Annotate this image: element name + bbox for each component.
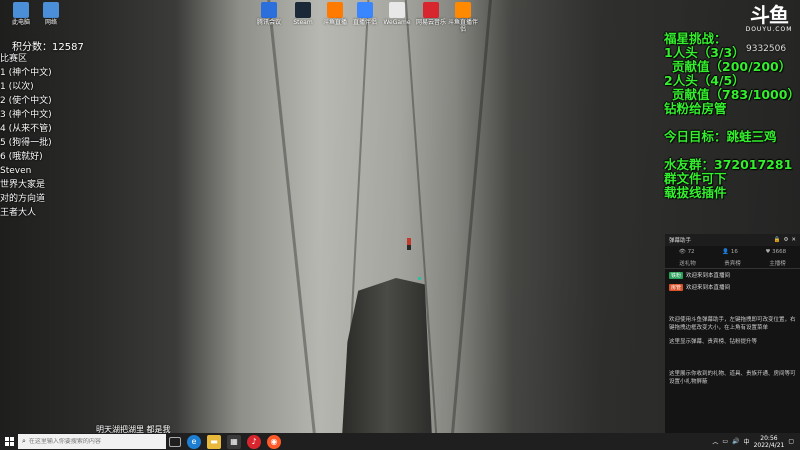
desktop-icon-4[interactable]: 斗鱼直播 [318,2,352,26]
chat-notice-3: 这里展示你收到的礼物、道具、贵族开通、房间等可设置小礼物屏蔽 [669,371,796,385]
search-icon: ⌕ [22,437,26,445]
douyu-taskbar-icon[interactable]: ◉ [267,434,281,449]
folder-icon[interactable]: ▬ [207,434,221,449]
gear-icon[interactable]: ⚙ [783,237,788,243]
system-tray: ︿ ▭ 🔊 中 20:56 2022/4/21 ▢ [712,435,800,449]
desktop-icon-8[interactable]: 斗鱼直播伴侣 [446,2,480,33]
desktop-icon-label: Steam [293,19,313,26]
companion-icon [357,2,373,18]
desktop-icon-3[interactable]: Steam [286,2,320,26]
meeting-icon [261,2,277,18]
task-view-icon[interactable] [169,436,181,447]
chat-message-text: 欢迎来到本直播间 [686,273,731,279]
left-overlay-row: 1 (神个中文) [0,68,52,78]
challenge-row: 2人头（4/5） [664,73,745,88]
desktop-icon-0[interactable]: 此电脑 [4,2,38,26]
danmu-assistant-panel[interactable]: 弹幕助手 🔒 ⚙ ✕ 👁 72 👤 16 ♥ 3668 送礼物 贵宾榜 主播榜 … [665,234,800,434]
chat-message-text: 欢迎来到本直播间 [686,285,731,291]
tab-vip[interactable]: 贵宾榜 [724,259,741,267]
wegame-icon [389,2,405,18]
challenge-row: 1人头（3/3） [664,45,745,60]
rock-pillar [342,278,432,433]
fans-stat: 👤 16 [722,249,738,255]
music-icon [423,2,439,18]
left-overlay-row: Steven [0,166,32,176]
daily-goal: 今日目标：跳蛙三鸡 [664,129,777,144]
clock[interactable]: 20:56 2022/4/21 [754,435,785,449]
desktop-icon-5[interactable]: 直播伴侣 [348,2,382,26]
left-overlay-row: 2 (使个中文) [0,96,52,106]
left-overlay-row: 对的方向道 [0,194,46,204]
search-input[interactable] [28,438,149,445]
chat-message: 铁粉 欢迎来到本直播间 [665,269,800,281]
start-button[interactable] [0,433,18,450]
computer-icon [13,2,29,18]
lock-icon[interactable]: 🔒 [774,237,781,243]
left-overlay-list: 比赛区 1 (神个中文) 1 (以次) 2 (使个中文) 3 (神个中文) 4 (从来不管… [0,52,100,220]
netease-music-icon[interactable]: ♪ [247,434,261,449]
store-icon[interactable]: ▦ [227,434,241,449]
desktop-icon-label: 网易云音乐 [415,19,446,26]
windows-logo-icon [4,437,14,446]
left-overlay-row: 3 (神个中文) [0,110,52,120]
challenge-overlay: 福星挑战： 1人头（3/3） 贡献值（200/200） 2人头（4/5） 贡献值（783… [664,32,800,200]
chat-stats: 👁 72 👤 16 ♥ 3668 [665,246,800,258]
desktop-icon-label: 腾讯会议 [256,19,281,26]
desktop-icon-label: 斗鱼直播 [322,19,347,26]
chat-header: 弹幕助手 🔒 ⚙ ✕ [665,234,800,246]
left-overlay-row: 王者大人 [0,208,37,218]
network-icon [43,2,59,18]
left-overlay-row: 4 (从来不管) [0,124,52,134]
challenge-row: 贡献值（783/1000） [672,87,800,102]
left-overlay-row: 6 (哦就好) [0,152,43,162]
steam-icon [295,2,311,18]
volume-icon[interactable]: 🔊 [732,438,739,445]
desktop-icon-label: 网络 [44,19,57,26]
challenge-row: 福星挑战： [664,31,727,46]
tab-anchor[interactable]: 主播榜 [769,259,786,267]
climber-figure [405,236,413,250]
desktop-icon-label: WeGame [383,19,411,26]
douyu-logo: 斗鱼 DOUYU.COM [745,3,793,33]
group-files-line-1: 群文件可下 [664,171,727,186]
chat-message: 房管 欢迎来到本直播间 [665,281,800,293]
user-badge: 房管 [669,283,684,291]
fans-group: 水友群：372017281 [664,157,793,172]
douyu-companion-icon [455,2,471,18]
edge-icon[interactable]: e [187,434,201,449]
close-icon[interactable]: ✕ [791,237,796,243]
desktop-icon-label: 直播伴侣 [352,19,377,26]
user-badge: 铁粉 [669,271,684,279]
douyu-icon [327,2,343,18]
chat-notice-2: 这里显示弹幕、贵宾榜、钻粉提升等 [669,339,758,345]
desktop-icon-6[interactable]: WeGame [380,2,414,26]
desktop-icon-2[interactable]: 腾讯会议 [252,2,286,26]
left-overlay-row: 世界大家是 [0,180,46,190]
taskbar-search[interactable]: ⌕ [18,434,166,449]
group-files-line-2: 载拔线插件 [664,185,727,200]
chat-title: 弹幕助手 [669,238,692,244]
left-overlay-row: 5 (狗得一批) [0,138,52,148]
desktop-icon-label: 斗鱼直播伴侣 [447,19,478,33]
taskbar: ⌕ e ▬ ▦ ♪ ◉ ︿ ▭ 🔊 中 20:56 2022/4/21 ▢ [0,433,800,450]
chat-tabs: 送礼物 贵宾榜 主播榜 [665,258,800,269]
challenge-row: 钻粉给房管 [664,101,727,116]
climber-partner [418,277,421,280]
ime-indicator[interactable]: 中 [744,437,750,446]
left-overlay-row: 1 (以次) [0,82,34,92]
chat-notice-1: 欢迎使用斗鱼弹幕助手，左键拖拽即可改变位置，右键拖拽边框改变大小，在上角有设置菜… [669,317,796,331]
challenge-row: 贡献值（200/200） [672,59,792,74]
viewers-stat: 👁 72 [678,249,695,255]
tab-gifts[interactable]: 送礼物 [679,259,696,267]
desktop-icon-7[interactable]: 网易云音乐 [414,2,448,26]
desktop-icon-1[interactable]: 网络 [34,2,68,26]
notification-icon[interactable]: ▢ [788,438,794,445]
score-display: 积分数：12587 [12,42,84,53]
heat-stat: ♥ 3668 [765,249,787,255]
chevron-up-icon[interactable]: ︿ [712,437,718,446]
desktop-icon-label: 此电脑 [11,19,30,26]
network-tray-icon[interactable]: ▭ [722,438,728,445]
left-overlay-row: 比赛区 [0,54,28,64]
